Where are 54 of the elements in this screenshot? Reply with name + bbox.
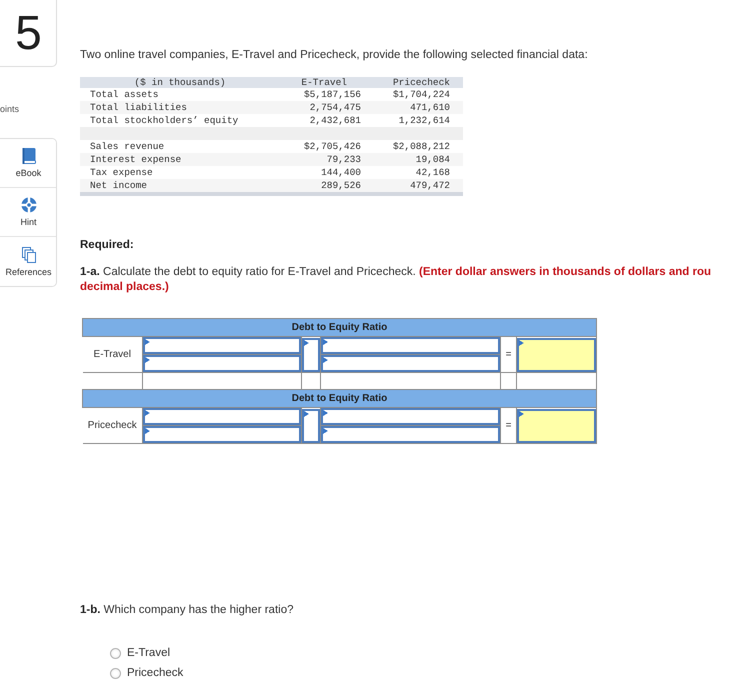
radio-button[interactable] <box>110 668 121 678</box>
table-cell: 19,084 <box>365 153 463 166</box>
column-header: E-Travel <box>280 77 365 88</box>
input-field[interactable] <box>143 408 301 425</box>
answer-field[interactable] <box>517 408 596 442</box>
table-cell: 471,610 <box>365 101 463 114</box>
table-cell: 144,400 <box>280 166 365 179</box>
operator-field[interactable] <box>302 338 320 372</box>
row-label: Net income <box>80 179 280 192</box>
table-cell: 2,754,475 <box>280 101 365 114</box>
question-prompt: 1-a. Calculate the debt to equity ratio for E-Travel and Pricecheck. (Enter dollar answers in thousands of dollars and rou decimal places.) <box>80 265 712 295</box>
row-label: Total stockholders’ equity <box>80 114 280 127</box>
table-cell: 2,432,681 <box>280 114 365 127</box>
row-label: Total assets <box>80 88 280 101</box>
table-cell: 79,233 <box>280 153 365 166</box>
column-header: Pricecheck <box>365 77 463 88</box>
book-icon <box>22 148 36 164</box>
question-number: 5 <box>0 0 57 67</box>
table-cell: $1,704,224 <box>365 88 463 101</box>
answer-field[interactable] <box>517 338 596 372</box>
points-label: oints <box>0 104 20 114</box>
question-prompt: 1-b. Which company has the higher ratio? <box>80 604 294 616</box>
row-label: Sales revenue <box>80 140 280 153</box>
row-label: Total liabilities <box>80 101 280 114</box>
table-cell: $2,705,426 <box>280 140 365 153</box>
table-cell: $5,187,156 <box>280 88 365 101</box>
radio-button[interactable] <box>110 648 121 658</box>
table-cell: 42,168 <box>365 166 463 179</box>
operator-field[interactable] <box>302 408 320 442</box>
option-label[interactable]: E-Travel <box>127 647 170 659</box>
row-label: Interest expense <box>80 153 280 166</box>
option-label[interactable]: Pricecheck <box>127 667 184 679</box>
input-field[interactable] <box>321 337 500 354</box>
input-field[interactable] <box>143 355 301 372</box>
table-header: Debt to Equity Ratio <box>82 390 596 408</box>
equals-sign: = <box>500 408 516 444</box>
lifebuoy-icon <box>20 197 36 213</box>
table-header: Debt to Equity Ratio <box>82 318 596 336</box>
row-label: Tax expense <box>80 166 280 179</box>
table-cell: 289,526 <box>280 179 365 192</box>
input-field[interactable] <box>321 408 500 425</box>
input-field[interactable] <box>143 337 301 354</box>
input-field[interactable] <box>321 426 500 443</box>
ebook-button[interactable]: eBook <box>0 139 56 188</box>
table-cell: 1,232,614 <box>365 114 463 127</box>
column-header: ($ in thousands) <box>80 77 280 88</box>
intro-text: Two online travel companies, E-Travel and Pricecheck, provide the following selected financial data: <box>80 49 589 61</box>
equals-sign: = <box>500 336 516 372</box>
table-cell: 479,472 <box>365 179 463 192</box>
table-cell: $2,088,212 <box>365 140 463 153</box>
input-field[interactable] <box>143 426 301 443</box>
section-heading: Required: <box>80 239 134 251</box>
input-field[interactable] <box>321 355 500 372</box>
pages-icon <box>22 246 36 262</box>
